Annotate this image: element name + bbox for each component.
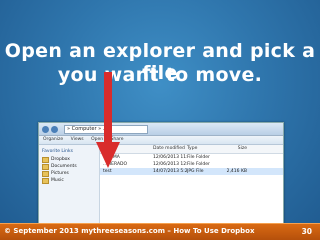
forward-icon[interactable] <box>51 125 58 133</box>
column-date[interactable]: Date modified <box>153 145 187 153</box>
folder-icon <box>42 177 49 184</box>
toolbar-organize[interactable]: Organize <box>43 137 63 142</box>
file-list: Name Date modified Type Size ...STMA 12/… <box>100 145 283 225</box>
column-headers: Name Date modified Type Size <box>100 145 283 154</box>
navigation-pane: Favorite Links Dropbox Documents Picture… <box>39 145 100 225</box>
nav-heading: Favorite Links <box>42 149 73 154</box>
file-size <box>217 154 249 161</box>
slide-title-line2: you want to move. <box>57 64 263 86</box>
toolbar-views[interactable]: Views <box>71 137 84 142</box>
footer-text: © September 2013 mythreeseasons.com – Ho… <box>4 227 255 235</box>
page-number: 30 <box>301 227 312 236</box>
explorer-screenshot: » Computer » ... Organize Views Open Sha… <box>38 122 284 226</box>
file-date: 12/06/2013 11:54 ... <box>153 155 187 160</box>
column-type[interactable]: Type <box>187 145 217 153</box>
column-size[interactable]: Size <box>217 145 249 153</box>
folder-icon <box>42 170 49 177</box>
file-type: JPG File <box>187 169 204 174</box>
nav-item-pictures[interactable]: Pictures <box>39 170 99 177</box>
file-size <box>217 161 249 168</box>
back-icon[interactable] <box>42 125 49 133</box>
file-date: 12/06/2013 12:23 ... <box>153 162 187 167</box>
file-row-selected[interactable]: test 14/07/2013 5:20 ... JPG File 2,416 … <box>100 168 283 175</box>
nav-item-documents[interactable]: Documents <box>39 163 99 170</box>
file-row[interactable]: ...MERADO 12/06/2013 12:23 ... File Fold… <box>100 161 283 168</box>
explorer-panes: Favorite Links Dropbox Documents Picture… <box>39 145 283 225</box>
file-type: File Folder <box>187 155 210 160</box>
nav-item-dropbox[interactable]: Dropbox <box>39 156 99 163</box>
arrow-down-icon <box>96 72 120 168</box>
file-type: File Folder <box>187 162 210 167</box>
file-size: 2,416 KB <box>226 169 247 174</box>
folder-icon <box>42 156 49 163</box>
footer-bar: © September 2013 mythreeseasons.com – Ho… <box>0 223 320 240</box>
file-date: 14/07/2013 5:20 ... <box>153 169 187 174</box>
address-bar: » Computer » ... <box>39 123 283 136</box>
file-row[interactable]: ...STMA 12/06/2013 11:54 ... File Folder <box>100 154 283 161</box>
nav-item-music[interactable]: Music <box>39 177 99 184</box>
toolbar: Organize Views Open Share <box>39 136 283 145</box>
folder-icon <box>42 163 49 170</box>
